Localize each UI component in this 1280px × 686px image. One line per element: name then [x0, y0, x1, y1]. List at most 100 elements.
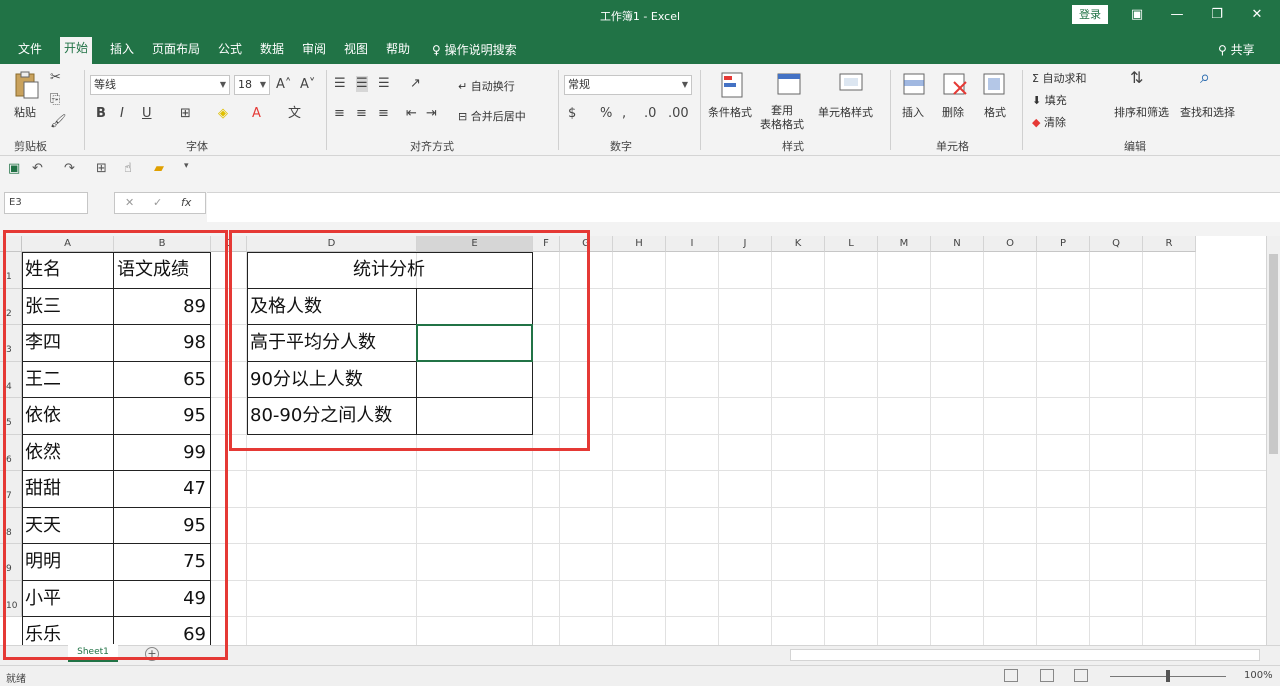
- zoom-level[interactable]: 100%: [1244, 670, 1273, 681]
- column-header-l[interactable]: L: [825, 236, 878, 252]
- align-left-icon[interactable]: ≡: [334, 106, 345, 122]
- horizontal-scrollbar[interactable]: [790, 649, 1260, 661]
- page-break-view-icon[interactable]: [1074, 669, 1088, 682]
- format-cells-icon[interactable]: [980, 70, 1010, 100]
- separator: [558, 70, 559, 150]
- merge-center-button[interactable]: ⊟ 合并后居中: [458, 108, 526, 124]
- formula-input[interactable]: [207, 192, 1280, 222]
- align-top-icon[interactable]: ☰: [334, 76, 346, 92]
- tab-insert[interactable]: 插入: [106, 39, 138, 64]
- open-folder-icon[interactable]: ▰: [154, 161, 164, 176]
- column-header-o[interactable]: O: [984, 236, 1037, 252]
- format-painter-icon[interactable]: 🖌: [50, 114, 67, 130]
- ribbon-display-icon[interactable]: ▣: [1128, 6, 1146, 24]
- paste-icon[interactable]: [12, 70, 42, 100]
- insert-function-button[interactable]: fx: [181, 196, 191, 209]
- tab-review[interactable]: 审阅: [298, 39, 330, 64]
- align-middle-icon[interactable]: ☰: [356, 76, 368, 92]
- close-icon[interactable]: ✕: [1248, 6, 1266, 24]
- increase-indent-icon[interactable]: ⇥: [426, 106, 437, 122]
- autosum-button[interactable]: Σ 自动求和: [1032, 70, 1086, 86]
- align-right-icon[interactable]: ≡: [378, 106, 389, 122]
- format-button[interactable]: 格式: [984, 104, 1006, 120]
- column-header-r[interactable]: R: [1143, 236, 1196, 252]
- conditional-format-icon[interactable]: [718, 70, 748, 100]
- sort-filter-icon[interactable]: ⇅: [1130, 70, 1143, 86]
- scroll-thumb[interactable]: [1269, 254, 1278, 454]
- cut-icon[interactable]: ✂: [50, 70, 61, 86]
- column-header-p[interactable]: P: [1037, 236, 1090, 252]
- cancel-icon[interactable]: ✕: [125, 196, 134, 209]
- column-header-m[interactable]: M: [878, 236, 931, 252]
- cell-styles-icon[interactable]: [836, 70, 866, 100]
- fill-color-icon[interactable]: ◈: [218, 106, 228, 122]
- tab-home[interactable]: 开始: [60, 37, 93, 64]
- wrap-text-button[interactable]: ↵ 自动换行: [458, 78, 515, 94]
- fill-button[interactable]: ⬇ 填充: [1032, 92, 1067, 108]
- decrease-font-icon[interactable]: A˅: [300, 77, 315, 93]
- percent-icon[interactable]: %: [600, 106, 612, 122]
- minimize-icon[interactable]: —: [1168, 6, 1186, 24]
- cell-styles-button[interactable]: 单元格样式: [818, 104, 873, 120]
- orientation-icon[interactable]: ↗: [410, 76, 421, 92]
- undo-icon[interactable]: ↶: [32, 161, 43, 176]
- bold-icon[interactable]: B: [96, 106, 106, 122]
- page-layout-view-icon[interactable]: [1040, 669, 1054, 682]
- font-name-select[interactable]: 等线 ▼: [90, 75, 230, 95]
- tab-help[interactable]: 帮助: [382, 39, 414, 64]
- enter-icon[interactable]: ✓: [153, 196, 162, 209]
- tab-file[interactable]: 文件: [14, 39, 46, 64]
- comma-icon[interactable]: ,: [622, 106, 626, 122]
- font-color-icon[interactable]: A: [252, 106, 261, 122]
- tell-me-search[interactable]: ♀ 操作说明搜索: [432, 41, 517, 58]
- insert-cells-icon[interactable]: [900, 70, 930, 100]
- underline-icon[interactable]: U: [142, 106, 152, 122]
- increase-decimal-icon[interactable]: .0: [644, 106, 656, 122]
- table-format-button[interactable]: 套用 表格格式: [760, 104, 804, 132]
- borders-icon[interactable]: ⊞: [180, 106, 191, 122]
- column-header-k[interactable]: K: [772, 236, 825, 252]
- delete-button[interactable]: 删除: [942, 104, 964, 120]
- tab-formulas[interactable]: 公式: [214, 39, 246, 64]
- customize-qat-icon[interactable]: ▾: [184, 161, 189, 171]
- italic-icon[interactable]: I: [120, 106, 124, 122]
- name-box[interactable]: E3: [4, 192, 88, 214]
- phonetic-icon[interactable]: 文: [288, 106, 301, 122]
- maximize-icon[interactable]: ❐: [1208, 6, 1226, 24]
- find-select-button[interactable]: 查找和选择: [1180, 104, 1235, 120]
- sort-filter-button[interactable]: 排序和筛选: [1114, 104, 1169, 120]
- insert-button[interactable]: 插入: [902, 104, 924, 120]
- touch-mode-icon[interactable]: ☝: [124, 161, 132, 176]
- form-icon[interactable]: ⊞: [96, 161, 107, 176]
- copy-icon[interactable]: ⎘: [50, 92, 60, 108]
- paste-label[interactable]: 粘贴: [14, 104, 36, 120]
- normal-view-icon[interactable]: [1004, 669, 1018, 682]
- vertical-scrollbar[interactable]: [1266, 236, 1280, 645]
- column-header-h[interactable]: H: [613, 236, 666, 252]
- column-header-i[interactable]: I: [666, 236, 719, 252]
- tab-page-layout[interactable]: 页面布局: [148, 39, 204, 64]
- clear-button[interactable]: ◆ 清除: [1032, 114, 1066, 130]
- number-format-select[interactable]: 常规 ▼: [564, 75, 692, 95]
- decrease-indent-icon[interactable]: ⇤: [406, 106, 417, 122]
- find-select-icon[interactable]: ⌕: [1200, 69, 1210, 87]
- decrease-decimal-icon[interactable]: .00: [668, 106, 689, 122]
- column-header-n[interactable]: N: [931, 236, 984, 252]
- align-bottom-icon[interactable]: ☰: [378, 76, 390, 92]
- tab-data[interactable]: 数据: [256, 39, 288, 64]
- login-button[interactable]: 登录: [1072, 5, 1108, 24]
- delete-cells-icon[interactable]: [940, 70, 970, 100]
- save-icon[interactable]: ▣: [8, 161, 20, 176]
- conditional-format-button[interactable]: 条件格式: [708, 104, 752, 120]
- share-button[interactable]: ⚲ 共享: [1218, 41, 1255, 58]
- column-header-j[interactable]: J: [719, 236, 772, 252]
- table-format-icon[interactable]: [774, 70, 804, 100]
- currency-icon[interactable]: $: [568, 106, 576, 122]
- zoom-slider-knob[interactable]: [1166, 670, 1170, 682]
- increase-font-icon[interactable]: A˄: [276, 77, 291, 93]
- font-size-select[interactable]: 18 ▼: [234, 75, 270, 95]
- redo-icon[interactable]: ↷: [64, 161, 75, 176]
- tab-view[interactable]: 视图: [340, 39, 372, 64]
- align-center-icon[interactable]: ≡: [356, 106, 367, 122]
- column-header-q[interactable]: Q: [1090, 236, 1143, 252]
